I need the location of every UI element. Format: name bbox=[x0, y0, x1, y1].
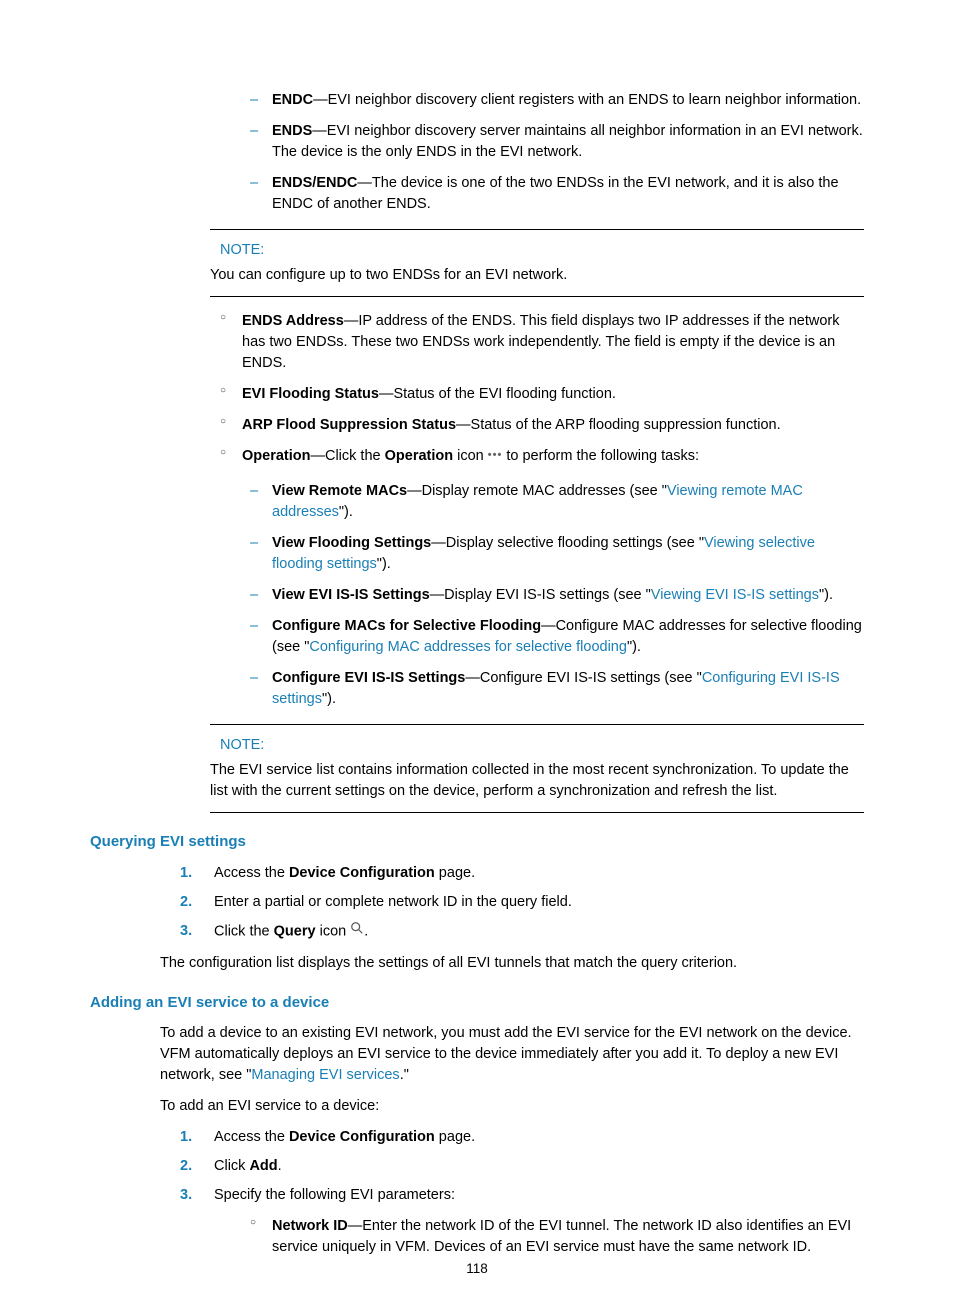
list-item: ENDS—EVI neighbor discovery server maint… bbox=[250, 121, 864, 163]
add-steps: Access the Device Configuration page. Cl… bbox=[90, 1127, 864, 1206]
list-item: Network ID—Enter the network ID of the E… bbox=[250, 1216, 864, 1258]
list-item: Configure EVI IS-IS Settings—Configure E… bbox=[250, 668, 864, 710]
evi-parameters-list: Network ID—Enter the network ID of the E… bbox=[90, 1216, 864, 1258]
list-item: Access the Device Configuration page. bbox=[180, 863, 864, 884]
heading-adding-evi: Adding an EVI service to a device bbox=[90, 992, 864, 1014]
list-item: Configure MACs for Selective Flooding—Co… bbox=[250, 616, 864, 658]
list-item: Click the Query icon . bbox=[180, 921, 864, 942]
link-configure-macs-flooding[interactable]: Configuring MAC addresses for selective … bbox=[309, 639, 627, 655]
add-intro-para: To add a device to an existing EVI netwo… bbox=[160, 1023, 864, 1086]
link-view-evi-isis[interactable]: Viewing EVI IS-IS settings bbox=[651, 587, 819, 603]
more-icon: ••• bbox=[488, 448, 503, 464]
list-item: View Remote MACs—Display remote MAC addr… bbox=[250, 481, 864, 523]
note-text: The EVI service list contains informatio… bbox=[210, 760, 864, 802]
list-item: Access the Device Configuration page. bbox=[180, 1127, 864, 1148]
query-result-para: The configuration list displays the sett… bbox=[160, 953, 864, 974]
note-label: NOTE: bbox=[210, 735, 864, 756]
query-steps: Access the Device Configuration page. En… bbox=[90, 863, 864, 942]
search-icon bbox=[350, 921, 364, 942]
note-box: NOTE: The EVI service list contains info… bbox=[210, 724, 864, 813]
operation-tasks-list: View Remote MACs—Display remote MAC addr… bbox=[90, 481, 864, 710]
field-list: ENDS Address—IP address of the ENDS. Thi… bbox=[90, 311, 864, 467]
note-box: NOTE: You can configure up to two ENDSs … bbox=[210, 229, 864, 297]
heading-querying-evi: Querying EVI settings bbox=[90, 831, 864, 853]
note-label: NOTE: bbox=[210, 240, 864, 261]
list-item: Enter a partial or complete network ID i… bbox=[180, 892, 864, 913]
list-item: View EVI IS-IS Settings—Display EVI IS-I… bbox=[250, 585, 864, 606]
list-item: Operation—Click the Operation icon ••• t… bbox=[220, 446, 864, 467]
list-item: ARP Flood Suppression Status—Status of t… bbox=[220, 415, 864, 436]
list-item: ENDS/ENDC—The device is one of the two E… bbox=[250, 173, 864, 215]
list-item: Click Add. bbox=[180, 1156, 864, 1177]
link-managing-evi-services[interactable]: Managing EVI services bbox=[251, 1067, 399, 1083]
add-lead-para: To add an EVI service to a device: bbox=[160, 1096, 864, 1117]
list-item: Specify the following EVI parameters: bbox=[180, 1185, 864, 1206]
list-item: EVI Flooding Status—Status of the EVI fl… bbox=[220, 384, 864, 405]
note-text: You can configure up to two ENDSs for an… bbox=[210, 265, 864, 286]
list-item: ENDS Address—IP address of the ENDS. Thi… bbox=[220, 311, 864, 374]
endc-ends-list: ENDC—EVI neighbor discovery client regis… bbox=[90, 90, 864, 215]
page-number: 118 bbox=[0, 1259, 954, 1279]
document-page: ENDC—EVI neighbor discovery client regis… bbox=[0, 0, 954, 1308]
list-item: ENDC—EVI neighbor discovery client regis… bbox=[250, 90, 864, 111]
list-item: View Flooding Settings—Display selective… bbox=[250, 533, 864, 575]
